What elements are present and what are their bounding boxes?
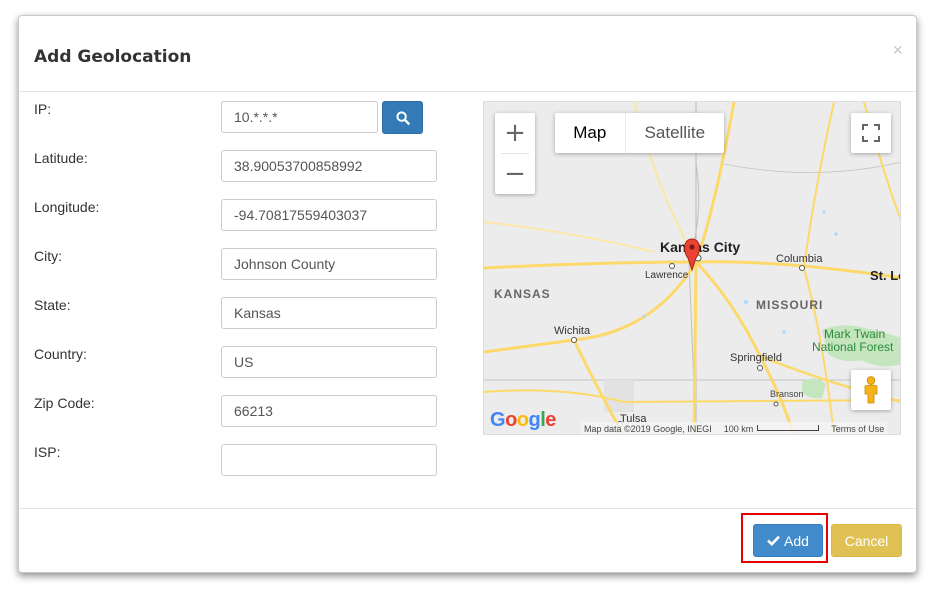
longitude-row: Longitude: [34, 199, 214, 233]
longitude-label: Longitude: [34, 199, 100, 215]
isp-label: ISP: [34, 444, 61, 460]
cancel-button[interactable]: Cancel [831, 524, 902, 557]
label-national-forest: National Forest [812, 340, 894, 354]
add-geolocation-dialog: Add Geolocation × IP: Latitude: Longitud… [18, 15, 917, 573]
dialog-title: Add Geolocation [34, 47, 192, 67]
scale-label[interactable]: 100 km [724, 424, 754, 434]
map-attribution: Map data ©2019 Google, INEGI 100 km Term… [581, 422, 888, 434]
terms-of-use-link[interactable]: Terms of Use [831, 424, 884, 434]
city-label: City: [34, 248, 62, 264]
state-label: State: [34, 297, 71, 313]
isp-input[interactable] [221, 444, 437, 476]
latitude-label: Latitude: [34, 150, 88, 166]
label-mark-twain: Mark Twain [824, 327, 885, 341]
zoom-in-button[interactable]: + [495, 113, 535, 153]
city-input[interactable] [221, 248, 437, 280]
label-lawrence: Lawrence [645, 270, 689, 281]
close-icon[interactable]: × [892, 40, 903, 60]
fullscreen-icon [862, 124, 880, 142]
zoom-out-button[interactable]: − [495, 154, 535, 194]
dialog-header: Add Geolocation × [19, 16, 916, 92]
city-row: City: [34, 248, 214, 282]
ip-label: IP: [34, 101, 52, 117]
add-button-highlight [741, 513, 828, 563]
pegman-icon [864, 376, 878, 404]
map-view[interactable]: Kansas City Lawrence Columbia St. Lo KAN… [483, 101, 901, 435]
label-springfield: Springfield [730, 352, 782, 364]
label-columbia: Columbia [776, 253, 823, 265]
country-input[interactable] [221, 346, 437, 378]
country-label: Country: [34, 346, 87, 362]
label-kansas: KANSAS [494, 287, 551, 301]
label-kansas-city: Kansas City [660, 239, 740, 255]
latitude-row: Latitude: [34, 150, 214, 184]
zip-row: Zip Code: [34, 395, 214, 429]
search-icon [395, 110, 410, 125]
isp-row: ISP: [34, 444, 214, 478]
zoom-control: + − [495, 113, 535, 194]
ip-search-button[interactable] [382, 101, 423, 134]
state-input[interactable] [221, 297, 437, 329]
label-wichita: Wichita [554, 325, 591, 337]
scale-bar [757, 425, 820, 431]
label-st-louis: St. Lo [870, 268, 901, 283]
map-type-map-button[interactable]: Map [555, 113, 626, 153]
ip-input[interactable] [221, 101, 378, 133]
map-type-control: Map Satellite [555, 113, 724, 153]
label-branson: Branson [770, 389, 804, 399]
map-data-attribution[interactable]: Map data ©2019 Google, INEGI [584, 424, 712, 434]
state-row: State: [34, 297, 214, 331]
google-logo: Google [490, 409, 556, 431]
country-row: Country: [34, 346, 214, 380]
label-missouri: MISSOURI [756, 298, 823, 312]
latitude-input[interactable] [221, 150, 437, 182]
map-type-satellite-button[interactable]: Satellite [626, 113, 724, 153]
longitude-input[interactable] [221, 199, 437, 231]
fullscreen-button[interactable] [851, 113, 891, 153]
zip-label: Zip Code: [34, 395, 95, 411]
zip-input[interactable] [221, 395, 437, 427]
street-view-button[interactable] [851, 370, 891, 410]
